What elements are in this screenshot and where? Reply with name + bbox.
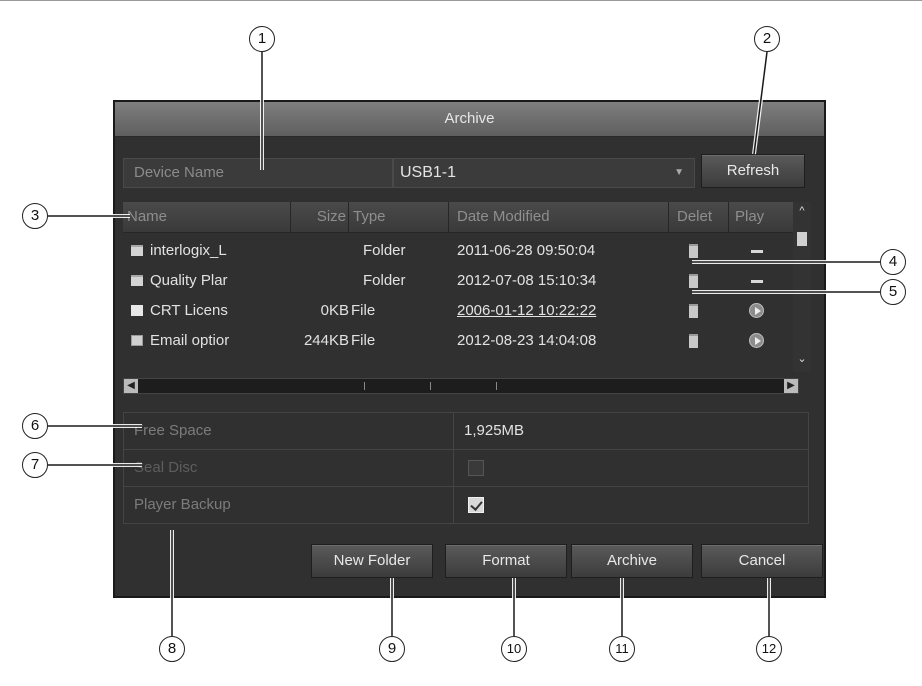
table-row[interactable]: Quality Plar Folder 2012-07-08 15:10:34	[123, 266, 793, 296]
file-size	[291, 236, 349, 266]
callout-1: 1	[249, 26, 275, 52]
vertical-scrollbar[interactable]: ^ ⌄	[793, 202, 811, 372]
device-name-label: Device Name	[123, 158, 393, 188]
callout-11: 11	[609, 636, 635, 662]
top-rule	[0, 0, 922, 1]
file-type: File	[351, 332, 376, 349]
scroll-tick	[496, 382, 497, 390]
callout-5: 5	[880, 279, 906, 305]
column-header-play[interactable]: Play	[729, 202, 793, 232]
file-size: 0KB	[320, 302, 349, 319]
player-backup-checkbox[interactable]	[468, 497, 484, 513]
table-row[interactable]: interlogix_L Folder 2011-06-28 09:50:04	[123, 236, 793, 266]
dialog-title: Archive	[115, 102, 824, 137]
trash-icon[interactable]	[689, 334, 698, 348]
file-name: Quality Plar	[150, 272, 228, 289]
callout-2: 2	[754, 26, 780, 52]
file-table: Name Size Type Date Modified Delet Play …	[123, 202, 793, 370]
free-space-row: Free Space 1,925MB	[124, 413, 808, 450]
archive-button[interactable]: Archive	[571, 544, 693, 578]
callout-9: 9	[379, 636, 405, 662]
play-icon[interactable]	[749, 303, 764, 318]
seal-disc-checkbox[interactable]	[468, 460, 484, 476]
column-header-date-modified[interactable]: Date Modified	[449, 202, 669, 232]
callout-3: 3	[22, 203, 48, 229]
chevron-down-icon: ▼	[674, 167, 684, 178]
file-name: CRT Licens	[150, 302, 228, 319]
callout-6: 6	[22, 413, 48, 439]
seal-disc-row: Seal Disc	[124, 450, 808, 487]
file-size: 244KB	[303, 332, 349, 349]
mail-icon	[131, 335, 143, 346]
trash-icon[interactable]	[689, 274, 698, 288]
table-row[interactable]: Email optior 244KB File 2012-08-23 14:04…	[123, 326, 793, 356]
free-space-value: 1,925MB	[464, 422, 525, 439]
scroll-right-icon[interactable]: ▶	[784, 379, 798, 393]
callout-12: 12	[756, 636, 782, 662]
scroll-tick	[430, 382, 431, 390]
refresh-button[interactable]: Refresh	[701, 154, 805, 188]
archive-properties: Free Space 1,925MB Seal Disc Player Back…	[123, 412, 809, 524]
file-date: 2006-01-12 10:22:22	[457, 302, 597, 319]
play-icon[interactable]	[749, 333, 764, 348]
callout-8: 8	[159, 636, 185, 662]
column-header-name[interactable]: Name	[123, 202, 291, 232]
folder-icon	[131, 245, 143, 256]
trash-icon[interactable]	[689, 304, 698, 318]
file-date: 2012-08-23 14:04:08	[457, 332, 597, 349]
table-row[interactable]: CRT Licens 0KB File 2006-01-12 10:22:22	[123, 296, 793, 326]
format-button[interactable]: Format	[445, 544, 567, 578]
scroll-tick	[364, 382, 365, 390]
no-play-icon	[751, 280, 763, 283]
scroll-thumb[interactable]	[797, 232, 807, 246]
scroll-up-icon[interactable]: ^	[795, 204, 809, 218]
column-header-type[interactable]: Type	[349, 202, 449, 232]
column-header-delete[interactable]: Delet	[669, 202, 729, 232]
table-header: Name Size Type Date Modified Delet Play	[123, 202, 793, 233]
callout-10: 10	[501, 636, 527, 662]
no-play-icon	[751, 250, 763, 253]
device-name-select[interactable]: USB1-1 ▼	[393, 158, 695, 188]
scroll-left-icon[interactable]: ◀	[124, 379, 138, 393]
player-backup-label: Player Backup	[124, 487, 454, 523]
file-name: interlogix_L	[150, 242, 227, 259]
cancel-button[interactable]: Cancel	[701, 544, 823, 578]
seal-disc-label: Seal Disc	[124, 450, 454, 486]
archive-dialog: Archive Device Name USB1-1 ▼ Refresh Nam…	[113, 100, 826, 598]
file-type: Folder	[363, 272, 406, 289]
file-size	[291, 266, 349, 296]
new-folder-button[interactable]: New Folder	[311, 544, 433, 578]
callout-7: 7	[22, 452, 48, 478]
device-name-value: USB1-1	[400, 164, 457, 181]
scroll-down-icon[interactable]: ⌄	[795, 352, 809, 366]
horizontal-scrollbar[interactable]: ◀ ▶	[123, 378, 799, 394]
column-header-size[interactable]: Size	[291, 202, 349, 232]
free-space-label: Free Space	[124, 413, 454, 449]
trash-icon[interactable]	[689, 244, 698, 258]
file-type: Folder	[363, 242, 406, 259]
file-date: 2012-07-08 15:10:34	[457, 272, 597, 289]
file-date: 2011-06-28 09:50:04	[457, 242, 596, 259]
player-backup-row: Player Backup	[124, 487, 808, 524]
document-icon	[131, 305, 143, 316]
callout-4: 4	[880, 249, 906, 275]
file-name: Email optior	[150, 332, 230, 349]
folder-icon	[131, 275, 143, 286]
file-type: File	[351, 302, 376, 319]
